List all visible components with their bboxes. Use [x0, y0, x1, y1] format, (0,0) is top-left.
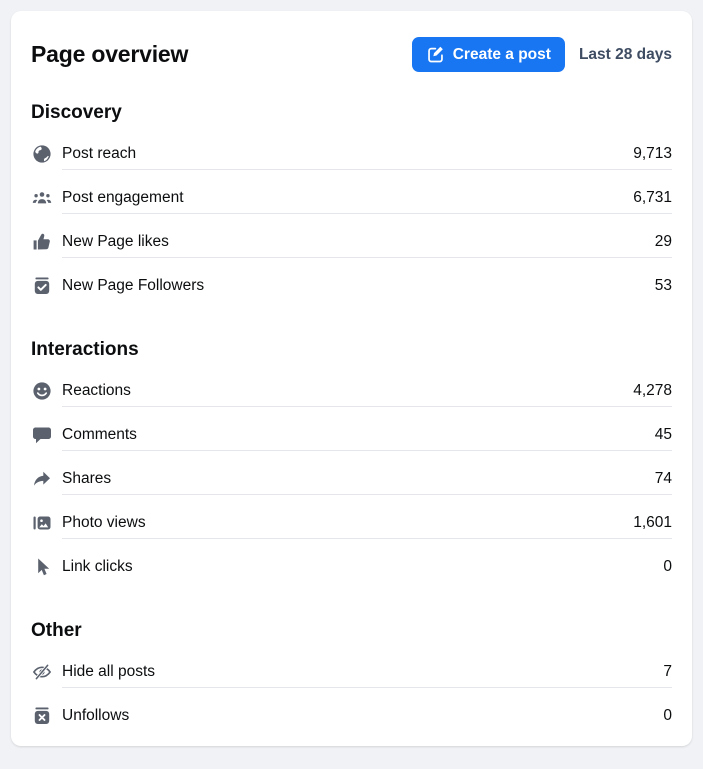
people-icon	[32, 188, 52, 208]
globe-icon	[32, 144, 52, 164]
metrics-sections: Discovery Post reach 9,713 Post engageme…	[31, 102, 672, 732]
follower-check-icon	[32, 276, 52, 296]
metric-value: 74	[654, 469, 672, 487]
thumbs-up-icon	[32, 232, 52, 252]
metric-label: Comments	[62, 425, 137, 443]
create-post-label: Create a post	[452, 45, 551, 63]
metric-value: 9,713	[633, 144, 672, 162]
metric-label: New Page Followers	[62, 277, 205, 294]
metrics-section: Other Hide all posts 7 Unfollows 0	[31, 620, 672, 732]
metric-label: Post reach	[62, 144, 137, 162]
unfollow-icon	[32, 706, 52, 726]
metric-label: Link clicks	[62, 558, 133, 575]
photo-icon	[32, 513, 52, 533]
header-actions: Create a post Last 28 days	[411, 37, 672, 72]
metric-label: Reactions	[62, 381, 131, 399]
metric-label: Shares	[62, 469, 112, 487]
smiley-icon	[32, 381, 52, 401]
hidden-eye-icon	[32, 662, 52, 682]
cursor-icon	[32, 557, 52, 577]
metric-row: Reactions 4,278	[31, 375, 672, 407]
metric-row: Photo views 1,601	[31, 507, 672, 539]
metric-row: Unfollows 0	[31, 700, 672, 732]
compose-icon	[426, 45, 445, 64]
metric-value: 0	[663, 707, 672, 724]
metric-label: Photo views	[62, 513, 146, 531]
metric-value: 1,601	[633, 513, 672, 531]
section-title: Other	[31, 620, 82, 641]
share-arrow-icon	[32, 469, 52, 489]
comment-icon	[32, 425, 52, 445]
page-overview-card: Page overview Create a post Last 28 days…	[11, 11, 692, 746]
metric-row: Comments 45	[31, 419, 672, 451]
metric-row: New Page likes 29	[31, 226, 672, 258]
metric-value: 45	[654, 425, 672, 443]
metric-label: New Page likes	[62, 232, 169, 250]
metrics-section: Interactions Reactions 4,278 Comments 45…	[31, 339, 672, 583]
page-title: Page overview	[31, 41, 189, 67]
metric-value: 53	[654, 277, 672, 294]
metrics-section: Discovery Post reach 9,713 Post engageme…	[31, 102, 672, 302]
section-title: Interactions	[31, 339, 139, 360]
metric-row: Shares 74	[31, 463, 672, 495]
metric-value: 0	[663, 558, 672, 575]
metric-row: Hide all posts 7	[31, 656, 672, 688]
metric-value: 7	[663, 662, 672, 680]
metric-row: New Page Followers 53	[31, 270, 672, 302]
metric-row: Link clicks 0	[31, 551, 672, 583]
create-post-button[interactable]: Create a post	[411, 37, 565, 72]
metric-value: 29	[654, 232, 672, 250]
date-range-label: Last 28 days	[578, 45, 672, 63]
metric-value: 6,731	[633, 188, 672, 206]
metric-value: 4,278	[633, 381, 672, 399]
metric-label: Post engagement	[62, 188, 184, 206]
metric-label: Hide all posts	[62, 662, 156, 680]
metric-label: Unfollows	[62, 707, 130, 724]
card-header: Page overview Create a post Last 28 days	[31, 37, 672, 72]
section-title: Discovery	[31, 102, 122, 123]
metric-row: Post reach 9,713	[31, 138, 672, 170]
metric-row: Post engagement 6,731	[31, 182, 672, 214]
